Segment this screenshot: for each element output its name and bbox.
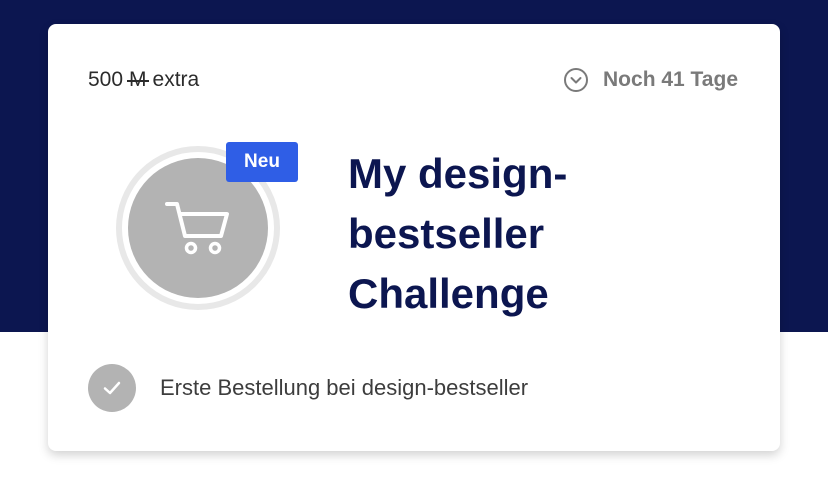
checkmark-icon bbox=[103, 381, 121, 395]
reward-suffix: extra bbox=[152, 68, 200, 91]
task-status-indicator bbox=[88, 364, 136, 412]
task-label: Erste Bestellung bei design-bestseller bbox=[160, 375, 529, 400]
challenge-card[interactable]: 500 M extra Noch 41 Tage Neu My design-b… bbox=[48, 24, 780, 451]
challenge-title: My design-bestseller Challenge bbox=[348, 150, 568, 317]
clock-icon bbox=[564, 68, 589, 92]
shopping-cart-icon bbox=[165, 202, 229, 255]
reward-amount: 500 bbox=[88, 68, 124, 91]
task-item: Erste Bestellung bei design-bestseller bbox=[88, 364, 528, 412]
deadline: Noch 41 Tage bbox=[563, 66, 738, 94]
new-tag: Neu bbox=[226, 142, 298, 182]
deadline-label: Noch 41 Tage bbox=[603, 68, 738, 91]
points-currency-symbol: M bbox=[127, 68, 149, 91]
reward-points: 500 M extra bbox=[88, 68, 199, 92]
